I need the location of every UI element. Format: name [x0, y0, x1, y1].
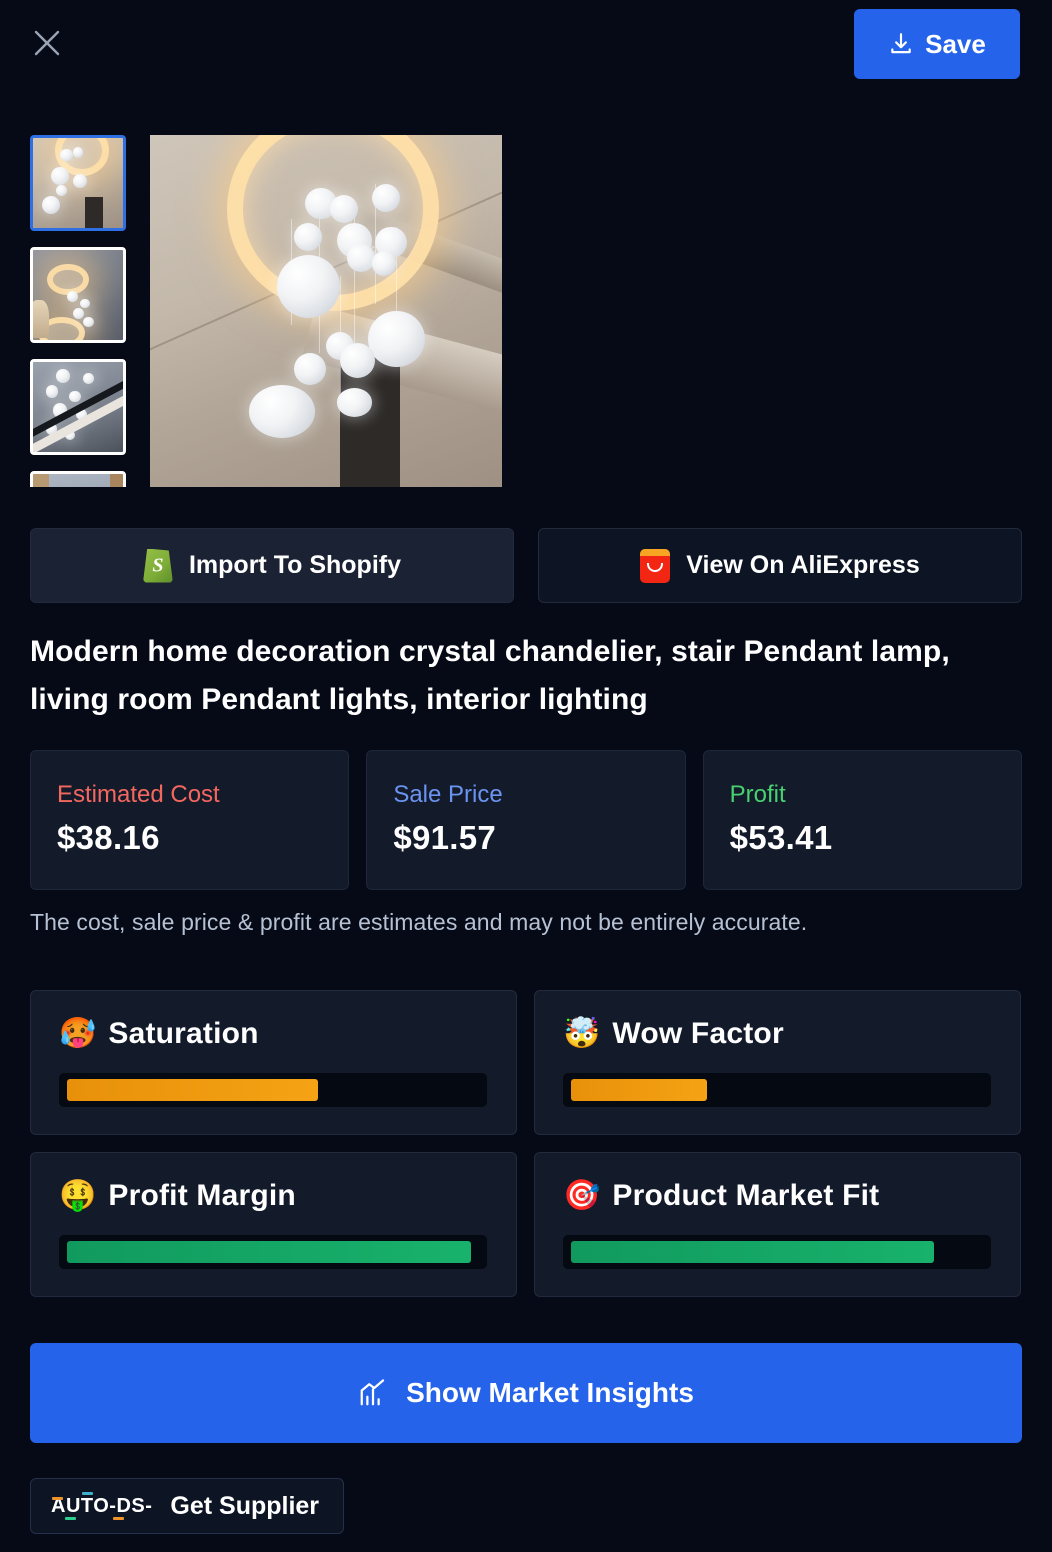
import-to-shopify-label: Import To Shopify	[188, 551, 401, 579]
shopify-icon: S	[142, 548, 173, 583]
bar-chart-icon	[358, 1378, 388, 1408]
thumbnail-2[interactable]	[30, 247, 126, 343]
metrics-grid: 🥵 Saturation 🤯 Wow Factor 🤑 Profit Margi…	[30, 990, 1022, 1297]
view-on-aliexpress-label: View On AliExpress	[686, 551, 920, 579]
estimated-cost-value: $38.16	[57, 819, 160, 856]
product-market-fit-bar-track	[563, 1235, 991, 1269]
metric-header: 🎯 Product Market Fit	[563, 1179, 992, 1213]
metric-card-profit-margin: 🤑 Profit Margin	[30, 1152, 517, 1297]
profit-value: $53.41	[729, 819, 833, 856]
thumbnail-strip[interactable]	[30, 135, 126, 487]
saturation-bar-track	[59, 1073, 487, 1107]
main-product-image[interactable]	[150, 135, 502, 487]
metric-header: 🤯 Wow Factor	[563, 1017, 992, 1051]
metric-header: 🥵 Saturation	[59, 1017, 488, 1051]
thumbnail-1[interactable]	[30, 135, 126, 231]
profit-margin-bar-fill	[67, 1241, 471, 1263]
download-icon	[888, 31, 914, 57]
import-to-shopify-button[interactable]: S Import To Shopify	[30, 528, 514, 603]
view-on-aliexpress-button[interactable]: View On AliExpress	[538, 528, 1022, 603]
get-supplier-button[interactable]: AUTO-DS- Get Supplier	[30, 1478, 345, 1534]
image-gallery	[30, 135, 1022, 487]
pricing-summary: Estimated Cost $38.16 Sale Price $91.57 …	[30, 750, 1022, 890]
top-bar: Save	[0, 0, 1052, 118]
saturation-bar-fill	[67, 1079, 319, 1101]
metric-label-saturation: Saturation	[108, 1017, 259, 1050]
metric-card-saturation: 🥵 Saturation	[30, 990, 517, 1135]
metric-label-wow-factor: Wow Factor	[612, 1017, 784, 1050]
metric-label-product-market-fit: Product Market Fit	[612, 1179, 880, 1212]
estimated-cost-label: Estimated Cost	[57, 781, 220, 808]
autods-logo-icon: AUTO-DS-	[51, 1491, 153, 1520]
dart-target-icon: 🎯	[563, 1179, 601, 1212]
hot-face-icon: 🥵	[59, 1017, 97, 1050]
pricing-disclaimer: The cost, sale price & profit are estima…	[30, 909, 808, 935]
autods-brand-text: AUTO-DS-	[51, 1494, 153, 1517]
close-icon	[32, 28, 62, 58]
profit-margin-bar-track	[59, 1235, 487, 1269]
sale-price-card: Sale Price $91.57	[366, 750, 686, 890]
profit-card: Profit $53.41	[702, 750, 1022, 890]
action-button-row: S Import To Shopify View On AliExpress	[30, 528, 1022, 603]
save-button[interactable]: Save	[854, 9, 1020, 79]
wow-factor-bar-fill	[571, 1079, 707, 1101]
get-supplier-label: Get Supplier	[170, 1491, 320, 1520]
metric-card-wow-factor: 🤯 Wow Factor	[534, 990, 1021, 1135]
close-button[interactable]	[24, 20, 70, 66]
show-market-insights-button[interactable]: Show Market Insights	[30, 1343, 1022, 1443]
estimated-cost-card: Estimated Cost $38.16	[30, 750, 350, 890]
aliexpress-icon	[640, 548, 671, 583]
sale-price-value: $91.57	[393, 819, 497, 856]
save-button-label: Save	[925, 28, 986, 59]
sale-price-label: Sale Price	[393, 781, 503, 808]
product-market-fit-bar-fill	[571, 1241, 934, 1263]
exploding-head-icon: 🤯	[563, 1017, 601, 1050]
wow-factor-bar-track	[563, 1073, 991, 1107]
money-mouth-face-icon: 🤑	[59, 1179, 97, 1212]
product-title: Modern home decoration crystal chandelie…	[30, 635, 950, 716]
product-detail-panel: Save S Import To Shopify View On AliExpr…	[0, 0, 1052, 1552]
metric-card-product-market-fit: 🎯 Product Market Fit	[534, 1152, 1021, 1297]
metric-label-profit-margin: Profit Margin	[108, 1179, 296, 1212]
show-market-insights-label: Show Market Insights	[406, 1377, 694, 1408]
thumbnail-4[interactable]	[30, 471, 126, 487]
metric-header: 🤑 Profit Margin	[59, 1179, 488, 1213]
profit-label: Profit	[729, 781, 786, 808]
thumbnail-3[interactable]	[30, 359, 126, 455]
